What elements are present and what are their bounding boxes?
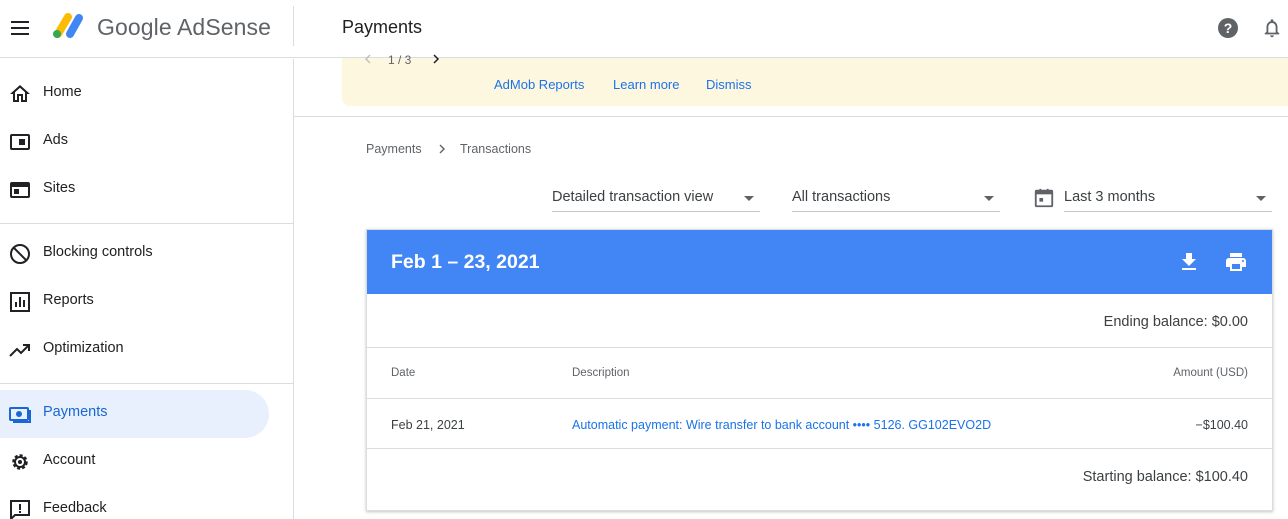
view-select[interactable]: Detailed transaction view [552,185,760,212]
card-title: Feb 1 – 23, 2021 [391,251,540,273]
ads-icon [10,134,30,150]
breadcrumb-payments[interactable]: Payments [366,142,422,156]
gear-icon [12,454,28,470]
column-header-date: Date [391,367,416,379]
caret-down-icon [984,196,994,201]
sidebar-item-label: Account [43,452,96,468]
date-range-select[interactable]: Last 3 months [1064,185,1272,212]
sidebar-item-label: Sites [43,180,76,196]
transaction-amount: −$100.40 [1195,418,1248,432]
reports-icon [10,292,30,312]
admob-reports-link[interactable]: AdMob Reports [494,77,584,92]
sites-icon [10,182,30,198]
transactions-card: Feb 1 – 23, 2021 Ending balance: $0.00 D… [366,229,1273,511]
sidebar-item-label: Home [43,84,82,100]
sidebar-item-label: Optimization [43,340,124,356]
sidebar-item-optimization[interactable]: Optimization [0,326,269,374]
block-icon [10,244,30,264]
notifications-icon[interactable] [1261,16,1283,40]
transaction-type-select[interactable]: All transactions [792,185,1000,212]
sidebar-divider [0,383,294,384]
row-divider [367,448,1272,449]
sidebar-nav: Home Ads Sites Blocking controls Reports… [0,59,294,519]
chevron-right-icon[interactable] [430,52,442,66]
sidebar-item-sites[interactable]: Sites [0,166,269,214]
app-logo-text: Google AdSense [97,14,272,40]
caret-down-icon [1256,196,1266,201]
print-icon[interactable] [1224,250,1248,274]
date-range-value: Last 3 months [1064,189,1156,205]
calendar-icon[interactable] [1033,187,1055,209]
sidebar-item-label: Reports [43,292,94,308]
transaction-type-value: All transactions [792,189,891,205]
adsense-logo-icon [53,13,83,38]
row-divider [367,398,1272,399]
breadcrumb-transactions: Transactions [460,142,532,156]
transaction-date: Feb 21, 2021 [391,418,465,432]
sidebar-item-feedback[interactable]: Feedback [0,486,269,519]
sidebar-item-label: Feedback [43,500,107,516]
card-header: Feb 1 – 23, 2021 [367,230,1272,294]
sidebar-item-account[interactable]: Account [0,438,269,486]
sidebar-item-payments[interactable]: Payments [0,390,269,438]
top-app-bar: Google AdSense Payments ? [0,0,1288,58]
caret-down-icon [744,196,754,201]
sidebar-item-home[interactable]: Home [0,70,269,118]
dismiss-link[interactable]: Dismiss [706,77,752,92]
home-icon [10,85,30,102]
sidebar-item-label: Blocking controls [43,244,153,260]
view-select-value: Detailed transaction view [552,189,714,205]
content-divider [294,116,1288,117]
help-icon[interactable]: ? [1216,16,1240,40]
banner-pager-text: 1 / 3 [388,53,412,67]
feedback-icon [10,500,30,519]
sidebar-divider [0,223,294,224]
learn-more-link[interactable]: Learn more [613,77,679,92]
page-title: Payments [342,17,423,37]
sidebar-item-ads[interactable]: Ads [0,118,269,166]
sidebar-item-label: Payments [43,404,108,420]
ending-balance: Ending balance: $0.00 [1103,314,1248,330]
trending-icon [9,344,30,357]
sidebar-item-blocking-controls[interactable]: Blocking controls [0,230,269,278]
chevron-right-icon [439,144,445,154]
svg-text:?: ? [1224,20,1233,36]
sidebar-item-reports[interactable]: Reports [0,278,269,326]
column-header-description: Description [572,367,630,379]
menu-icon[interactable] [8,16,32,40]
transaction-description-link[interactable]: Automatic payment: Wire transfer to bank… [572,418,991,432]
chevron-left-icon[interactable] [362,52,374,66]
sidebar-item-label: Ads [43,132,68,148]
promo-banner: 1 / 3 AdMob Reports Learn more Dismiss [342,53,1288,106]
payments-icon [9,407,31,423]
row-divider [367,347,1272,348]
download-icon[interactable] [1177,250,1201,274]
starting-balance: Starting balance: $100.40 [1082,469,1248,485]
header-divider [293,6,294,46]
column-header-amount: Amount (USD) [1173,367,1248,379]
